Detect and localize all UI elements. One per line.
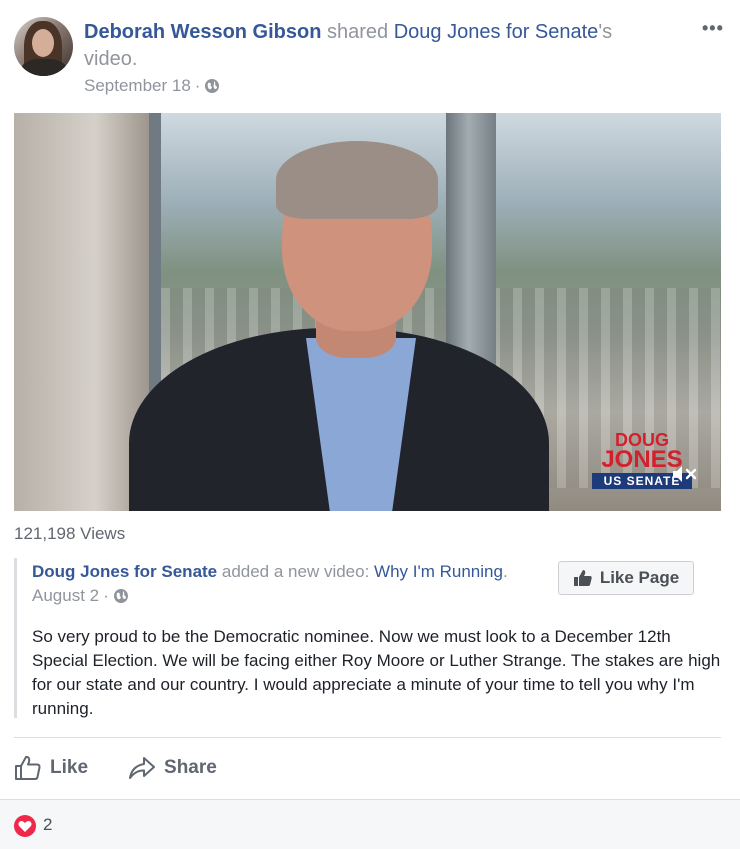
avatar[interactable] bbox=[14, 17, 73, 76]
shared-action-text: added a new video: bbox=[217, 562, 375, 581]
reactions-bar: 2 bbox=[0, 799, 740, 849]
shared-text: shared bbox=[321, 21, 394, 43]
share-label: Share bbox=[164, 757, 217, 778]
avatar-shirt bbox=[22, 59, 66, 76]
post-actions: Like Share bbox=[14, 750, 217, 786]
shared-body-text: So very proud to be the Democratic nomin… bbox=[32, 627, 721, 718]
mute-icon[interactable] bbox=[671, 463, 699, 485]
like-label: Like bbox=[50, 757, 89, 778]
post-date[interactable]: September 18 bbox=[84, 76, 191, 96]
post-title: Deborah Wesson Gibson shared Doug Jones … bbox=[84, 19, 664, 73]
share-button[interactable]: Share bbox=[128, 750, 217, 786]
author-link[interactable]: Deborah Wesson Gibson bbox=[84, 21, 321, 43]
actions-divider bbox=[14, 737, 721, 738]
more-options-icon[interactable]: ••• bbox=[702, 19, 726, 41]
video-player[interactable]: DOUG JONES US SENATE bbox=[14, 113, 721, 511]
thumbs-up-outline-icon bbox=[15, 755, 41, 780]
shared-meta-separator: · bbox=[103, 586, 109, 605]
shared-video-link[interactable]: Why I'm Running bbox=[374, 562, 503, 581]
like-page-label: Like Page bbox=[599, 568, 680, 587]
shared-page-link[interactable]: Doug Jones for Senate bbox=[32, 562, 217, 581]
post-header: Deborah Wesson Gibson shared Doug Jones … bbox=[14, 17, 726, 101]
shared-period: . bbox=[502, 562, 508, 581]
like-button[interactable]: Like bbox=[14, 750, 88, 786]
post-meta: September 18 · bbox=[84, 76, 220, 96]
view-count: 121,198 Views bbox=[14, 524, 126, 543]
meta-separator: · bbox=[194, 76, 201, 95]
globe-icon bbox=[113, 589, 128, 603]
share-arrow-icon bbox=[129, 757, 156, 779]
shared-title: Doug Jones for Senate added a new video:… bbox=[32, 562, 508, 582]
video-person-hair bbox=[276, 141, 438, 219]
love-reaction-icon[interactable] bbox=[14, 815, 36, 837]
shared-post: Doug Jones for Senate added a new video:… bbox=[14, 558, 721, 718]
thumbs-up-icon bbox=[573, 570, 592, 586]
reaction-count[interactable]: 2 bbox=[43, 815, 52, 835]
like-page-button[interactable]: Like Page bbox=[558, 561, 694, 595]
shared-date[interactable]: August 2 bbox=[32, 586, 99, 606]
avatar-face bbox=[32, 29, 54, 57]
globe-icon bbox=[205, 79, 220, 93]
page-link[interactable]: Doug Jones for Senate bbox=[394, 21, 599, 43]
shared-meta: August 2 · bbox=[32, 586, 129, 606]
